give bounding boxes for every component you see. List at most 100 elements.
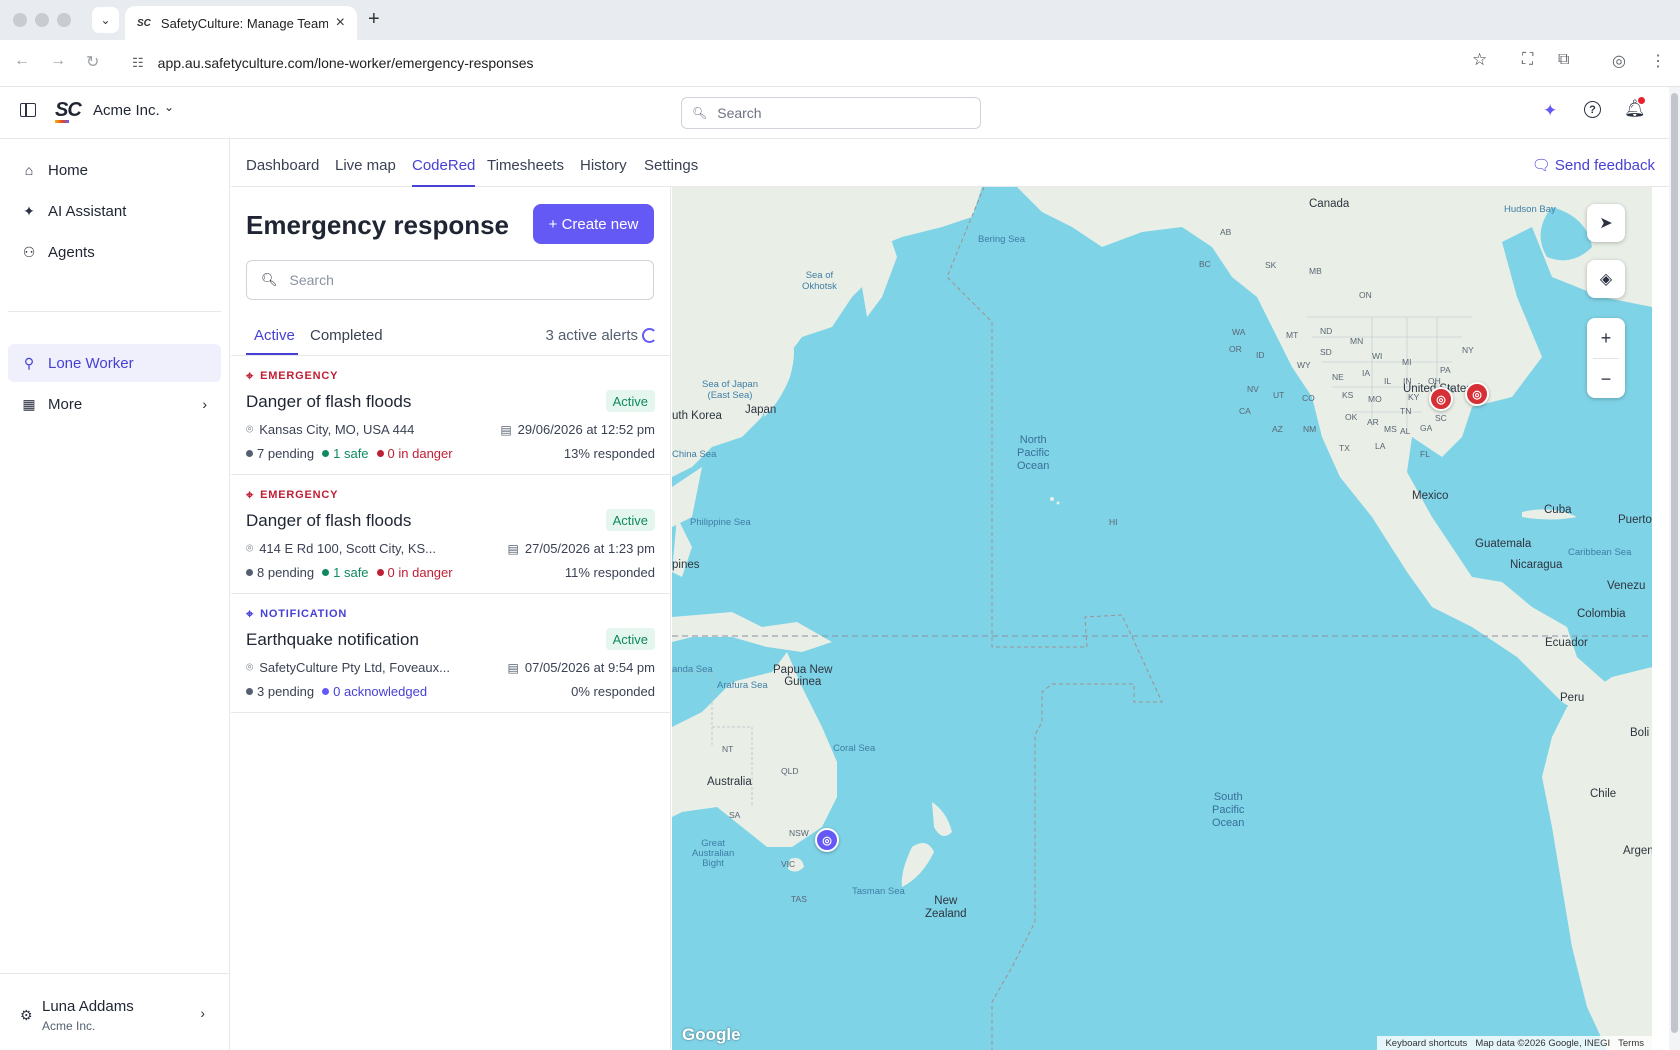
emergency-map[interactable]: Canada Hudson Bay Bering Sea Sea of Okhot… bbox=[672, 187, 1652, 1050]
map-label: Arafura Sea bbox=[717, 680, 768, 691]
response-card[interactable]: ⌖ NOTIFICATION Earthquake notification A… bbox=[231, 594, 671, 713]
map-label: Peru bbox=[1560, 692, 1585, 704]
bookmark-star-icon[interactable]: ☆ bbox=[1472, 50, 1487, 70]
sidebar-item-lone-worker[interactable]: ⚲ Lone Worker bbox=[8, 344, 221, 382]
tab-codered[interactable]: CodeRed bbox=[412, 157, 476, 187]
keyboard-shortcuts-link[interactable]: Keyboard shortcuts bbox=[1385, 1038, 1467, 1049]
window-close-dot[interactable] bbox=[13, 13, 27, 27]
response-stats: 3 pending 0 acknowledged bbox=[246, 684, 435, 699]
scrollbar-thumb[interactable] bbox=[1671, 93, 1678, 1033]
new-tab-icon[interactable]: + bbox=[368, 8, 380, 31]
tab-active[interactable]: Active bbox=[246, 327, 298, 355]
map-state-label: AR bbox=[1367, 417, 1379, 427]
status-badge: Active bbox=[605, 509, 655, 531]
map-state-label: OR bbox=[1229, 344, 1242, 354]
tab-dashboard[interactable]: Dashboard bbox=[246, 157, 319, 174]
response-card[interactable]: ⌖ EMERGENCY Danger of flash floods Activ… bbox=[231, 475, 671, 594]
safetyculture-logo[interactable]: SC bbox=[55, 99, 82, 123]
sidebar-item-agents[interactable]: ⚇ Agents bbox=[8, 233, 221, 271]
sidebar-item-label: Home bbox=[48, 161, 89, 179]
screen-capture-icon[interactable]: ⛶ bbox=[1522, 51, 1533, 69]
window-minimize-dot[interactable] bbox=[35, 13, 49, 27]
tab-timesheets[interactable]: Timesheets bbox=[487, 157, 564, 174]
map-state-label: MT bbox=[1286, 330, 1299, 340]
map-label: Japan bbox=[745, 404, 777, 416]
map-state-label: ND bbox=[1320, 326, 1333, 336]
tab-completed[interactable]: Completed bbox=[310, 327, 383, 344]
map-state-label: AZ bbox=[1272, 424, 1283, 434]
forward-arrow-icon[interactable]: → bbox=[50, 52, 66, 70]
response-search-input[interactable]: 🔍︎ Search bbox=[246, 260, 654, 300]
org-switcher[interactable]: Acme Inc. bbox=[93, 102, 160, 119]
map-label: Argen bbox=[1623, 845, 1652, 857]
sidebar-item-ai-assistant[interactable]: ✦ AI Assistant bbox=[8, 192, 221, 230]
map-label: QLD bbox=[781, 766, 799, 776]
sidebar-nav: ⌂ Home ✦ AI Assistant ⚇ Agents ⚲ Lone Wo… bbox=[0, 139, 230, 1050]
acknowledged-count: 0 acknowledged bbox=[322, 684, 427, 699]
map-state-label: GA bbox=[1420, 423, 1433, 433]
zoom-out-icon[interactable]: − bbox=[1587, 359, 1625, 399]
browser-tab[interactable]: SC SafetyCulture: Manage Teams × bbox=[125, 6, 357, 40]
address-bar[interactable]: ☷ app.au.safetyculture.com/lone-worker/e… bbox=[122, 47, 1472, 79]
browser-menu-icon[interactable]: ⋮ bbox=[1650, 51, 1666, 71]
map-state-label: OK bbox=[1345, 412, 1358, 422]
profile-icon[interactable]: ◎ bbox=[1612, 51, 1626, 71]
calendar-icon: ▤ bbox=[507, 541, 519, 556]
chevron-down-icon[interactable]: ⌄ bbox=[164, 100, 174, 114]
emergency-marker[interactable]: ◎ bbox=[1429, 387, 1453, 411]
map-state-label: WY bbox=[1297, 360, 1311, 370]
sidebar-toggle-icon[interactable] bbox=[20, 103, 36, 117]
status-badge: Active bbox=[605, 390, 655, 412]
response-title: Earthquake notification bbox=[246, 630, 419, 649]
map-label: Boli bbox=[1630, 727, 1650, 739]
reload-icon[interactable]: ↻ bbox=[86, 52, 99, 72]
help-icon[interactable]: ? bbox=[1584, 101, 1601, 118]
emergency-marker[interactable]: ◎ bbox=[1465, 382, 1489, 406]
map-data-credit: Map data ©2026 Google, INEGI bbox=[1475, 1037, 1611, 1049]
map-state-label: ON bbox=[1359, 290, 1372, 300]
global-search-input[interactable]: 🔍︎ Search bbox=[681, 97, 981, 129]
notification-marker[interactable]: ◎ bbox=[815, 828, 839, 852]
response-card[interactable]: ⌖ EMERGENCY Danger of flash floods Activ… bbox=[231, 356, 671, 475]
sidebar-divider bbox=[8, 311, 221, 312]
tab-settings[interactable]: Settings bbox=[644, 157, 698, 174]
send-feedback-label: Send feedback bbox=[1554, 157, 1655, 174]
map-state-label: MO bbox=[1368, 394, 1382, 404]
window-maximize-dot[interactable] bbox=[57, 13, 71, 27]
page-scrollbar[interactable] bbox=[1669, 87, 1680, 1050]
site-settings-icon[interactable]: ☷ bbox=[132, 55, 144, 71]
map-label: Chile bbox=[1590, 788, 1617, 800]
map-label: Canada bbox=[1309, 198, 1350, 210]
map-label: Colombia bbox=[1577, 608, 1626, 620]
ai-sparkle-icon[interactable]: ✦ bbox=[1543, 101, 1557, 121]
response-search-placeholder: Search bbox=[289, 272, 334, 288]
user-menu[interactable]: ⚙ Luna Addams Acme Inc. › bbox=[0, 973, 229, 1050]
create-new-button[interactable]: + Create new bbox=[533, 204, 654, 244]
map-label: Philippine Sea bbox=[690, 517, 751, 528]
tab-live-map[interactable]: Live map bbox=[335, 157, 396, 174]
map-land-shapes bbox=[672, 187, 1652, 1050]
map-state-label: WA bbox=[1232, 327, 1246, 337]
map-label: Cuba bbox=[1544, 504, 1572, 516]
map-state-label: NV bbox=[1247, 384, 1259, 394]
tab-search-chevron-icon[interactable]: ⌄ bbox=[92, 7, 119, 33]
locate-me-icon[interactable]: ➤ bbox=[1587, 204, 1625, 242]
zoom-in-icon[interactable]: + bbox=[1587, 318, 1625, 358]
map-label: Papua New Guinea bbox=[773, 664, 833, 688]
tab-history[interactable]: History bbox=[580, 157, 627, 174]
back-arrow-icon[interactable]: ← bbox=[14, 52, 30, 70]
sidebar-item-home[interactable]: ⌂ Home bbox=[8, 151, 221, 189]
tab-close-icon[interactable]: × bbox=[336, 14, 345, 32]
send-feedback-link[interactable]: 🗨︎ Send feedback bbox=[1532, 156, 1655, 174]
pending-count: 3 pending bbox=[246, 684, 314, 699]
sparkle-icon: ✦ bbox=[23, 202, 35, 219]
url-text: app.au.safetyculture.com/lone-worker/eme… bbox=[157, 55, 534, 71]
terms-link[interactable]: Terms bbox=[1618, 1038, 1644, 1049]
layers-icon[interactable]: ◈ bbox=[1587, 260, 1625, 298]
page-title: Emergency response bbox=[246, 210, 510, 240]
date-text: 07/05/2026 at 9:54 pm bbox=[524, 660, 655, 675]
sidebar-item-more[interactable]: ▦ More › bbox=[8, 385, 221, 423]
extensions-icon[interactable]: ⧉ bbox=[1558, 51, 1569, 69]
map-label: Great Australian Bight bbox=[692, 838, 735, 869]
sidebar-item-label: Lone Worker bbox=[48, 354, 134, 372]
